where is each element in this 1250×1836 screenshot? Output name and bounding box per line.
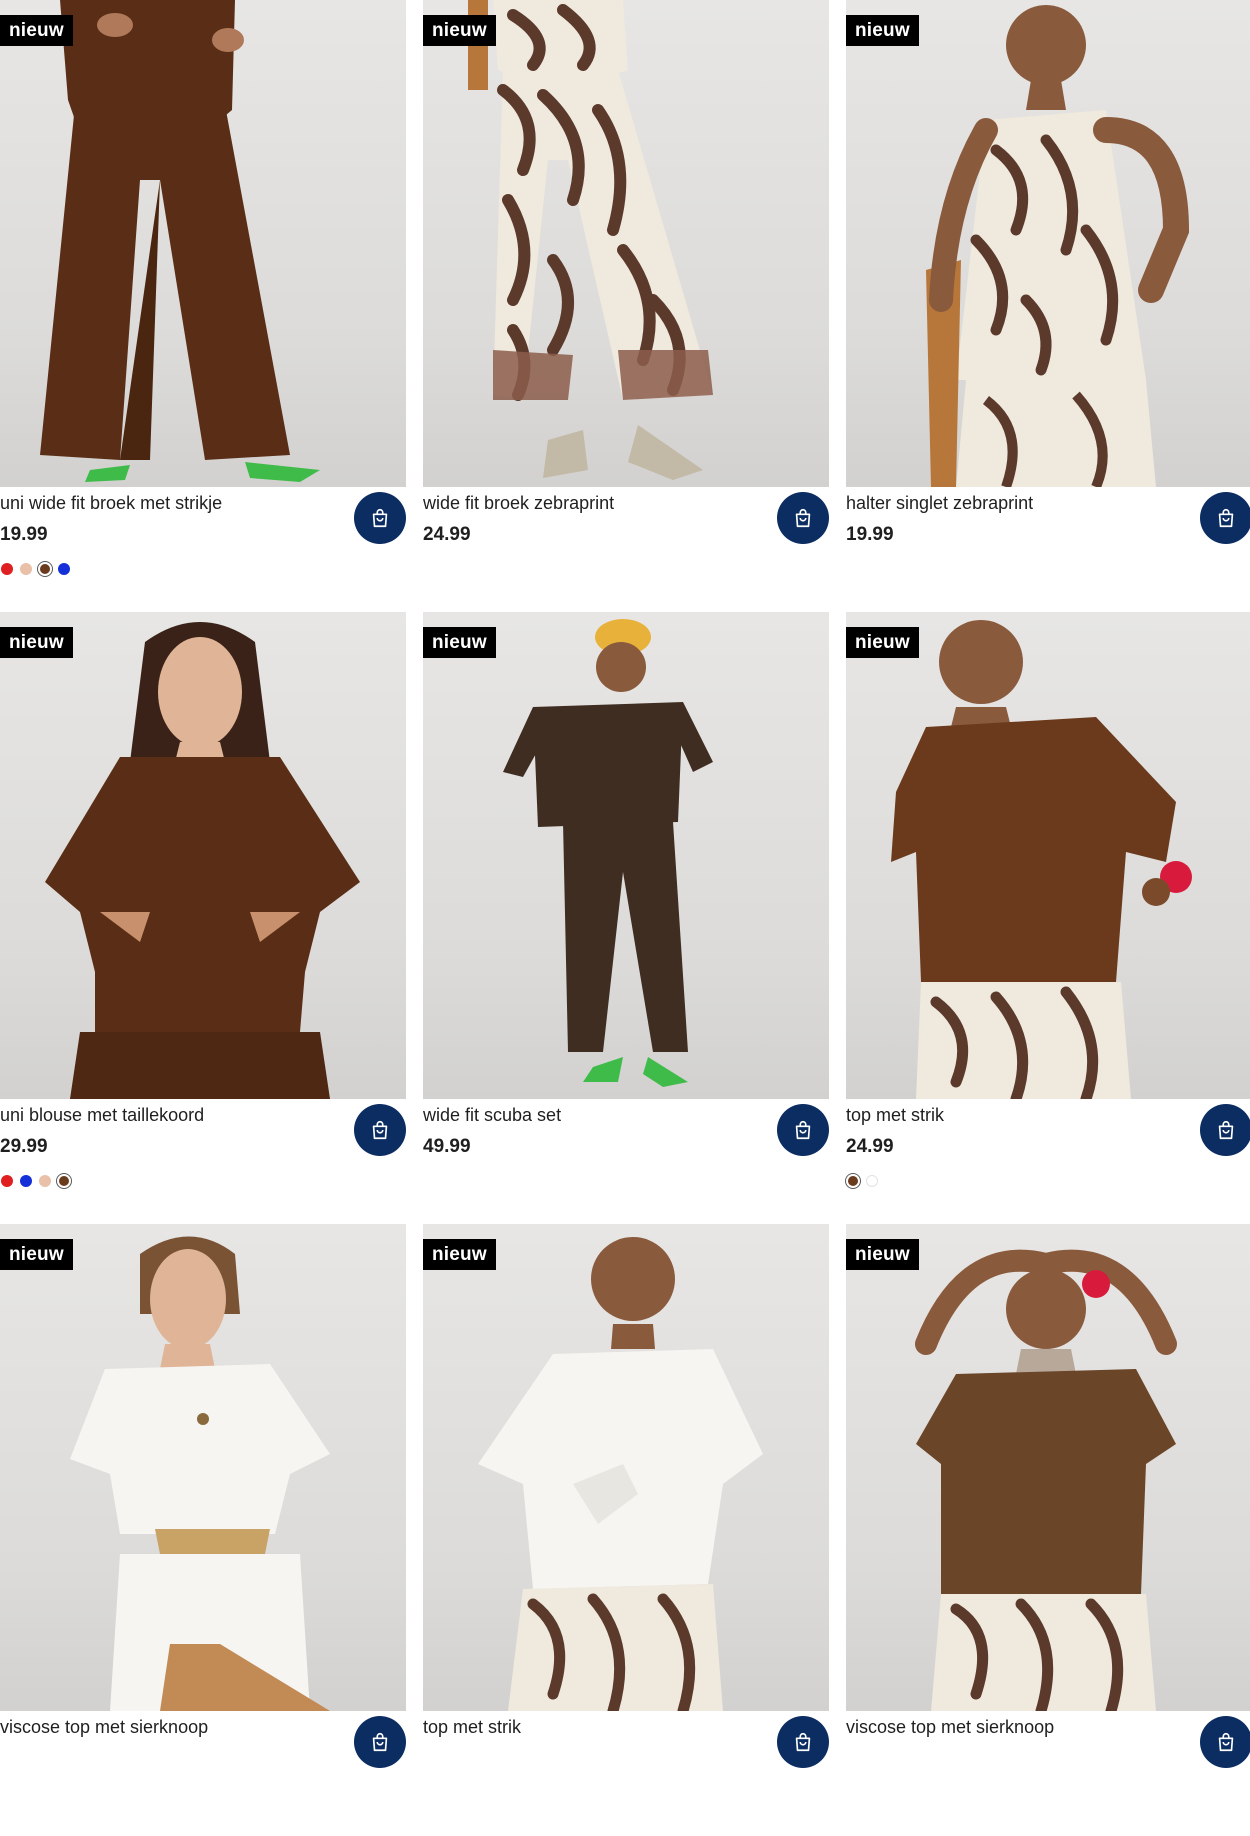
color-swatch-brown[interactable] [848, 1176, 858, 1186]
product-image[interactable]: nieuw [846, 1224, 1250, 1711]
color-swatch-brown[interactable] [59, 1176, 69, 1186]
cart-icon [795, 1732, 811, 1752]
product-card[interactable]: nieuw viscose top met sierknoop [846, 1224, 1250, 1836]
color-swatch-white[interactable] [866, 1175, 878, 1187]
new-badge: nieuw [0, 15, 73, 46]
product-name[interactable]: wide fit broek zebraprint [423, 493, 614, 514]
add-to-cart-button[interactable] [354, 492, 406, 544]
product-name[interactable]: wide fit scuba set [423, 1105, 561, 1126]
new-badge: nieuw [0, 627, 73, 658]
product-image[interactable]: nieuw [0, 1224, 406, 1711]
add-to-cart-button[interactable] [354, 1104, 406, 1156]
product-card[interactable]: nieuw top met strik [423, 1224, 829, 1836]
cart-icon [795, 508, 811, 528]
product-price: 24.99 [423, 524, 471, 545]
cart-icon [372, 508, 388, 528]
cart-icon [1218, 508, 1234, 528]
add-to-cart-button[interactable] [1200, 492, 1250, 544]
product-name[interactable]: uni blouse met taillekoord [0, 1105, 204, 1126]
new-badge: nieuw [846, 15, 919, 46]
add-to-cart-button[interactable] [1200, 1716, 1250, 1768]
product-name[interactable]: viscose top met sierknoop [846, 1717, 1054, 1738]
new-badge: nieuw [423, 627, 496, 658]
product-name[interactable]: halter singlet zebraprint [846, 493, 1033, 514]
add-to-cart-button[interactable] [354, 1716, 406, 1768]
color-swatch-beige[interactable] [39, 1175, 51, 1187]
product-image[interactable]: nieuw [423, 0, 829, 487]
product-image[interactable]: nieuw [0, 612, 406, 1099]
color-swatch-brown[interactable] [40, 564, 50, 574]
new-badge: nieuw [423, 1239, 496, 1270]
color-swatches [847, 1175, 878, 1187]
product-price: 29.99 [0, 1136, 48, 1157]
add-to-cart-button[interactable] [777, 1716, 829, 1768]
add-to-cart-button[interactable] [777, 492, 829, 544]
new-badge: nieuw [846, 1239, 919, 1270]
new-badge: nieuw [423, 15, 496, 46]
product-price: 24.99 [846, 1136, 894, 1157]
product-card[interactable]: nieuw wide fit scuba set 49.99 [423, 612, 829, 1224]
product-card[interactable]: nieuw wide fit broek zebraprint 24.99 [423, 0, 829, 612]
product-name[interactable]: top met strik [846, 1105, 944, 1126]
add-to-cart-button[interactable] [777, 1104, 829, 1156]
cart-icon [1218, 1120, 1234, 1140]
product-image[interactable]: nieuw [423, 612, 829, 1099]
product-card[interactable]: nieuw halter singlet zebraprint 19.99 [846, 0, 1250, 612]
color-swatch-blue[interactable] [58, 563, 70, 575]
product-image[interactable]: nieuw [846, 612, 1250, 1099]
new-badge: nieuw [0, 1239, 73, 1270]
product-name[interactable]: top met strik [423, 1717, 521, 1738]
product-image[interactable]: nieuw [846, 0, 1250, 487]
color-swatch-beige[interactable] [20, 563, 32, 575]
cart-icon [372, 1120, 388, 1140]
product-card[interactable]: nieuw uni blouse met taillekoord 29.99 [0, 612, 406, 1224]
product-card[interactable]: nieuw uni wide fit broek met strikje 19.… [0, 0, 406, 612]
new-badge: nieuw [846, 627, 919, 658]
color-swatches [1, 563, 70, 575]
color-swatch-red[interactable] [1, 563, 13, 575]
product-image[interactable]: nieuw [423, 1224, 829, 1711]
product-card[interactable]: nieuw viscose top met sierknoop [0, 1224, 406, 1836]
add-to-cart-button[interactable] [1200, 1104, 1250, 1156]
product-price: 19.99 [0, 524, 48, 545]
cart-icon [1218, 1732, 1234, 1752]
product-card[interactable]: nieuw top met strik 24.99 [846, 612, 1250, 1224]
color-swatches [1, 1175, 70, 1187]
color-swatch-blue[interactable] [20, 1175, 32, 1187]
product-name[interactable]: uni wide fit broek met strikje [0, 493, 222, 514]
cart-icon [795, 1120, 811, 1140]
color-swatch-red[interactable] [1, 1175, 13, 1187]
product-price: 49.99 [423, 1136, 471, 1157]
cart-icon [372, 1732, 388, 1752]
product-image[interactable]: nieuw [0, 0, 406, 487]
product-price: 19.99 [846, 524, 894, 545]
product-name[interactable]: viscose top met sierknoop [0, 1717, 208, 1738]
